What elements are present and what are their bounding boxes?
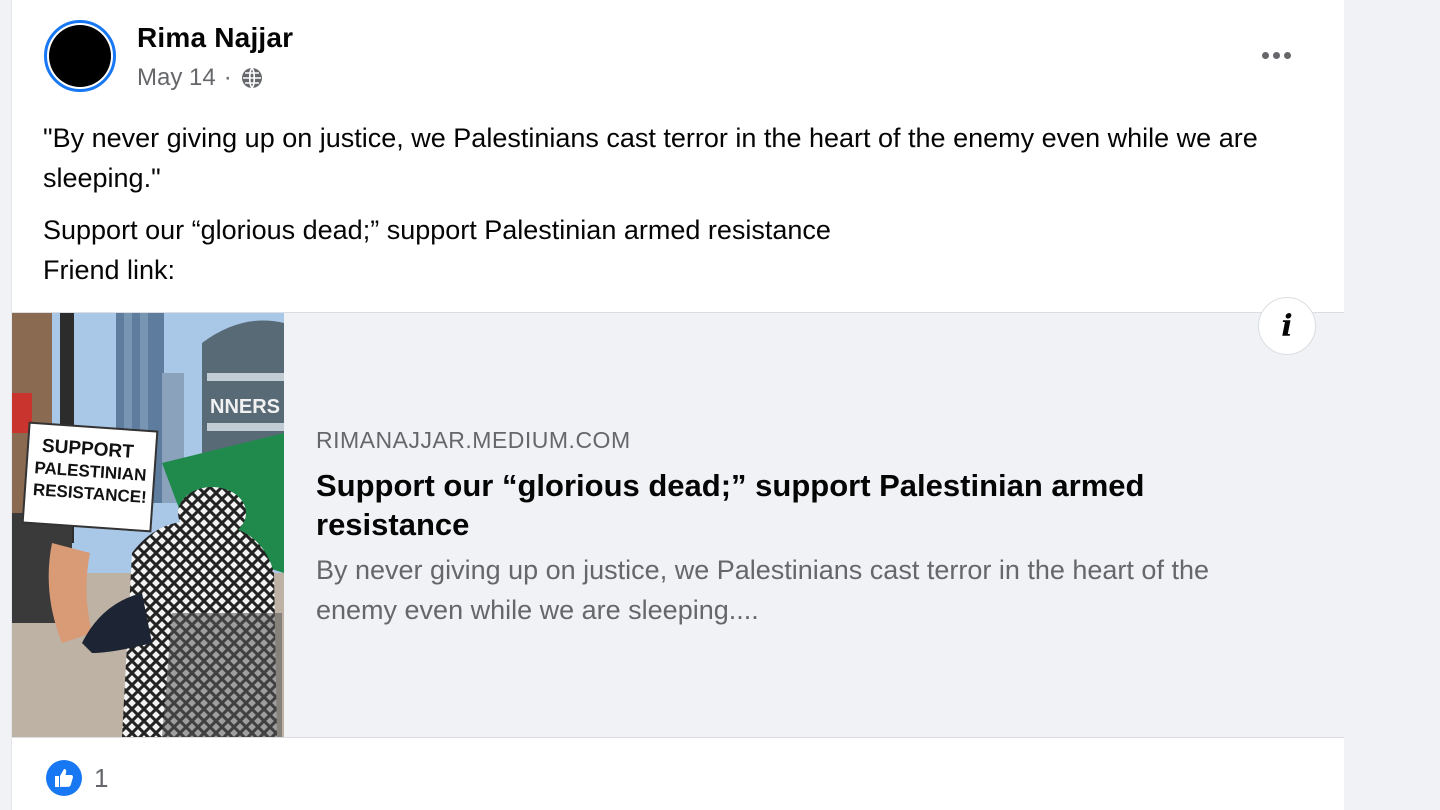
post-text-support: Support our “glorious dead;” support Pal… — [43, 215, 831, 245]
post-meta: May 14 · — [137, 64, 264, 92]
reactions-bar[interactable]: 1 — [46, 760, 108, 796]
like-icon — [46, 760, 82, 796]
more-options-icon[interactable] — [1256, 40, 1296, 70]
link-preview-text: RIMANAJJAR.MEDIUM.COM Support our “glori… — [316, 427, 1296, 630]
globe-icon — [241, 67, 262, 89]
post-text-friend-link: Friend link: — [43, 255, 176, 285]
post-date[interactable]: May 14 — [137, 64, 216, 92]
author-name[interactable]: Rima Najjar — [137, 22, 293, 54]
post-body: "By never giving up on justice, we Pales… — [43, 118, 1333, 290]
post-card: Rima Najjar May 14 · "By never giving up… — [12, 0, 1344, 810]
author-avatar[interactable] — [44, 20, 116, 92]
info-icon[interactable]: i — [1258, 297, 1316, 355]
link-preview-card[interactable]: NNERS SUPPORT PALESTINIAN RESISTANCE! RI… — [12, 312, 1344, 738]
link-domain: RIMANAJJAR.MEDIUM.COM — [316, 427, 631, 453]
protest-photo: NNERS SUPPORT PALESTINIAN RESISTANCE! — [12, 313, 284, 737]
link-title[interactable]: Support our “glorious dead;” support Pal… — [316, 466, 1296, 544]
reaction-count[interactable]: 1 — [94, 763, 108, 794]
right-gutter — [1344, 0, 1440, 810]
meta-separator: · — [223, 64, 232, 91]
link-description: By never giving up on justice, we Palest… — [316, 555, 1209, 625]
avatar-image — [49, 25, 111, 87]
building-sign-text: NNERS — [210, 396, 280, 418]
post-text-quote: "By never giving up on justice, we Pales… — [43, 123, 1258, 193]
link-preview-image: NNERS SUPPORT PALESTINIAN RESISTANCE! — [12, 313, 284, 737]
